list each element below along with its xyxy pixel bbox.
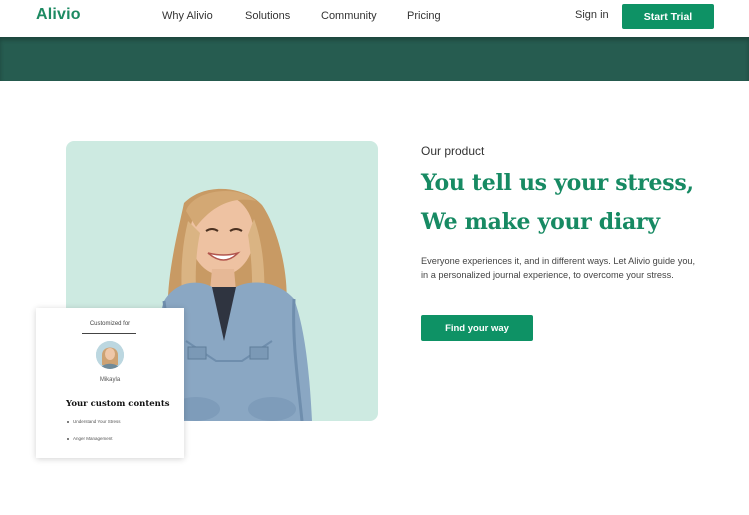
divider [82, 333, 136, 334]
bullet-icon [67, 420, 69, 423]
nav-link-community[interactable]: Community [321, 10, 377, 22]
nav-link-why-alivio[interactable]: Why Alivio [162, 10, 213, 22]
header-band [0, 37, 749, 81]
user-name: Mikayla [99, 377, 121, 383]
start-trial-button[interactable]: Start Trial [622, 4, 714, 29]
card-title: Your custom contents [66, 399, 170, 409]
list-item-label: Anger Management [73, 436, 113, 441]
list-item: Anger Management [67, 436, 113, 441]
list-item-label: Understand Your Stress [73, 419, 121, 424]
alivio-logo[interactable]: Alivio [36, 6, 81, 24]
nav-link-solutions[interactable]: Solutions [245, 10, 290, 22]
section-eyebrow: Our product [421, 144, 485, 158]
custom-content-card: Customized for Mikayla Your custom conte… [36, 308, 184, 458]
customized-for-label: Customized for [89, 321, 131, 327]
list-item: Understand Your Stress [67, 419, 121, 424]
avatar-portrait-icon [96, 341, 124, 369]
top-navbar: Alivio Why Alivio Solutions Community Pr… [0, 0, 749, 37]
nav-link-pricing[interactable]: Pricing [407, 10, 441, 22]
find-your-way-button[interactable]: Find your way [421, 315, 533, 341]
headline-line-2: We make your diary [421, 209, 660, 235]
headline-line-1: You tell us your stress, [421, 170, 694, 196]
hero-description: Everyone experiences it, and in differen… [421, 256, 696, 280]
sign-in-link[interactable]: Sign in [575, 9, 609, 21]
bullet-icon [67, 437, 69, 440]
avatar [96, 341, 124, 369]
